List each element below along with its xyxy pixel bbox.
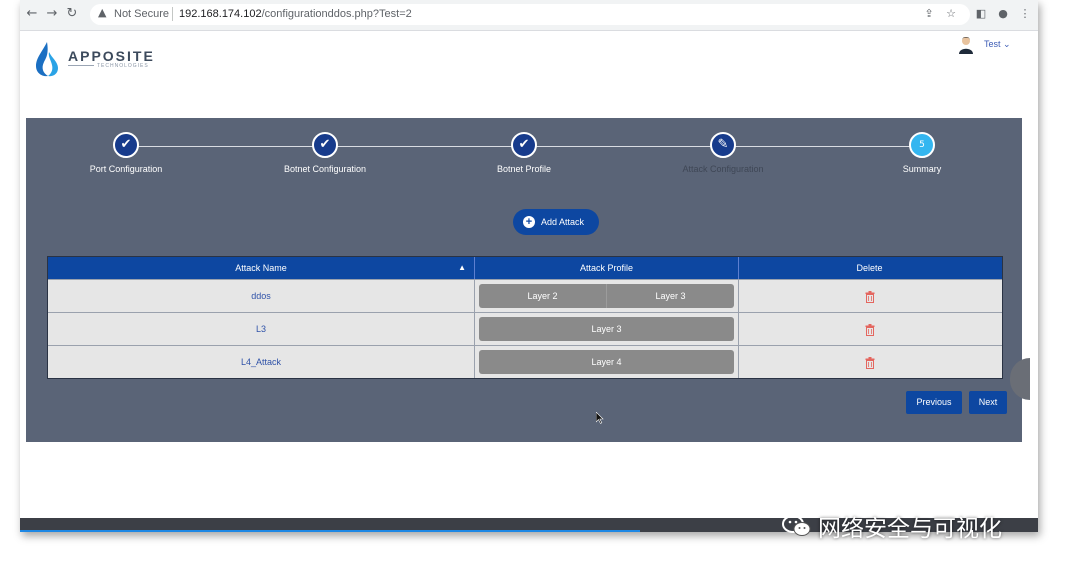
step-label: Port Configuration bbox=[89, 164, 163, 174]
attack-name-link[interactable]: ddos bbox=[251, 291, 271, 301]
profile-chip[interactable]: Layer 2 bbox=[479, 284, 607, 308]
attack-name-cell: L3 bbox=[48, 313, 475, 345]
attack-profile-cell: Layer 2 Layer 3 bbox=[475, 280, 739, 312]
wizard-step-botnet-profile[interactable]: ✔ Botnet Profile bbox=[454, 132, 594, 174]
browser-toolbar: ← → ↻ ▲ Not Secure 192.168.174.102/confi… bbox=[20, 0, 1038, 31]
profile-chip-group: Layer 2 Layer 3 bbox=[479, 284, 734, 308]
step-done-check-icon: ✔ bbox=[113, 132, 139, 158]
profile-chip[interactable]: Layer 3 bbox=[607, 284, 734, 308]
attack-table: Attack Name ▲ Attack Profile Delete ddos… bbox=[47, 256, 1003, 379]
step-number-badge: 5 bbox=[909, 132, 935, 158]
step-label: Botnet Profile bbox=[496, 164, 552, 174]
table-row: L4_Attack Layer 4 bbox=[48, 345, 1002, 378]
attack-profile-cell: Layer 3 bbox=[475, 313, 739, 345]
attack-name-cell: ddos bbox=[48, 280, 475, 312]
header-label: Attack Name bbox=[235, 263, 287, 273]
logo-subtitle: TECHNOLOGIES bbox=[68, 63, 149, 69]
reload-icon[interactable]: ↻ bbox=[64, 6, 80, 22]
column-header-delete: Delete bbox=[856, 263, 883, 273]
browser-window: ← → ↻ ▲ Not Secure 192.168.174.102/confi… bbox=[20, 0, 1038, 532]
table-row: ddos Layer 2 Layer 3 bbox=[48, 279, 1002, 312]
delete-cell bbox=[739, 280, 1000, 312]
attack-name-link[interactable]: L3 bbox=[256, 324, 266, 334]
attack-profile-cell: Layer 4 bbox=[475, 346, 739, 378]
profile-chip-group: Layer 4 bbox=[479, 350, 734, 374]
wizard-step-summary[interactable]: 5 Summary bbox=[852, 132, 992, 174]
video-progress-bar bbox=[20, 530, 640, 532]
plus-circle-icon: + bbox=[523, 216, 535, 228]
step-done-check-icon: ✔ bbox=[511, 132, 537, 158]
logo-subtitle-text: TECHNOLOGIES bbox=[97, 63, 149, 69]
profile-chip[interactable]: Layer 4 bbox=[479, 350, 734, 374]
wechat-watermark: 网络安全与可视化 bbox=[782, 511, 1002, 542]
trash-icon[interactable] bbox=[865, 356, 875, 369]
table-header: Attack Name ▲ Attack Profile Delete bbox=[48, 257, 1002, 279]
user-menu[interactable]: Test ⌄ bbox=[984, 39, 1011, 50]
delete-cell bbox=[739, 313, 1000, 345]
step-label: Attack Configuration bbox=[682, 164, 764, 174]
sort-ascending-icon[interactable]: ▲ bbox=[458, 257, 466, 279]
attack-name-cell: L4_Attack bbox=[48, 346, 475, 378]
add-attack-button[interactable]: + Add Attack bbox=[513, 209, 599, 235]
attack-name-link[interactable]: L4_Attack bbox=[241, 357, 281, 367]
back-icon[interactable]: ← bbox=[24, 6, 40, 22]
security-label: Not Secure bbox=[114, 8, 170, 20]
watermark-text: 网络安全与可视化 bbox=[818, 516, 1002, 542]
step-edit-pencil-icon: ✎ bbox=[710, 132, 736, 158]
step-label: Summary bbox=[902, 164, 942, 174]
url-text: 192.168.174.102/configurationddos.php?Te… bbox=[179, 8, 412, 20]
bookmark-star-icon[interactable]: ☆ bbox=[944, 7, 958, 20]
column-header-attack-name[interactable]: Attack Name ▲ bbox=[48, 257, 475, 279]
logo-divider bbox=[68, 65, 94, 67]
warning-triangle-icon: ▲ bbox=[98, 6, 107, 19]
address-separator bbox=[172, 7, 173, 21]
apposite-logo-icon bbox=[36, 42, 58, 77]
profile-chip[interactable]: Layer 3 bbox=[479, 317, 734, 341]
wizard-step-port-configuration[interactable]: ✔ Port Configuration bbox=[56, 132, 196, 174]
wizard-step-attack-configuration[interactable]: ✎ Attack Configuration bbox=[653, 132, 793, 174]
user-avatar-icon[interactable] bbox=[958, 36, 974, 54]
step-done-check-icon: ✔ bbox=[312, 132, 338, 158]
column-header-attack-profile: Attack Profile bbox=[475, 257, 739, 279]
table-row: L3 Layer 3 bbox=[48, 312, 1002, 345]
profile-icon[interactable]: ● bbox=[996, 7, 1010, 20]
trash-icon[interactable] bbox=[865, 323, 875, 336]
url-host: 192.168.174.102 bbox=[179, 8, 262, 20]
wechat-icon bbox=[782, 515, 811, 536]
wizard-step-botnet-configuration[interactable]: ✔ Botnet Configuration bbox=[255, 132, 395, 174]
step-label: Botnet Configuration bbox=[283, 164, 367, 174]
share-icon[interactable]: ⇪ bbox=[922, 7, 936, 20]
profile-chip-group: Layer 3 bbox=[479, 317, 734, 341]
delete-cell bbox=[739, 346, 1000, 378]
forward-icon[interactable]: → bbox=[44, 6, 60, 22]
logo-text: APPOSITE bbox=[68, 48, 155, 64]
mouse-cursor-icon bbox=[596, 412, 604, 424]
previous-button[interactable]: Previous bbox=[906, 391, 962, 414]
trash-icon[interactable] bbox=[865, 290, 875, 303]
menu-kebab-icon[interactable]: ⋮ bbox=[1018, 7, 1032, 20]
attack-config-panel: ✔ Port Configuration ✔ Botnet Configurat… bbox=[26, 118, 1022, 442]
add-attack-label: Add Attack bbox=[541, 217, 585, 227]
address-bar[interactable]: ▲ Not Secure 192.168.174.102/configurati… bbox=[90, 4, 970, 25]
next-button[interactable]: Next bbox=[969, 391, 1007, 414]
url-path: /configurationddos.php?Test=2 bbox=[261, 8, 412, 20]
side-panel-icon[interactable]: ◧ bbox=[974, 7, 988, 20]
